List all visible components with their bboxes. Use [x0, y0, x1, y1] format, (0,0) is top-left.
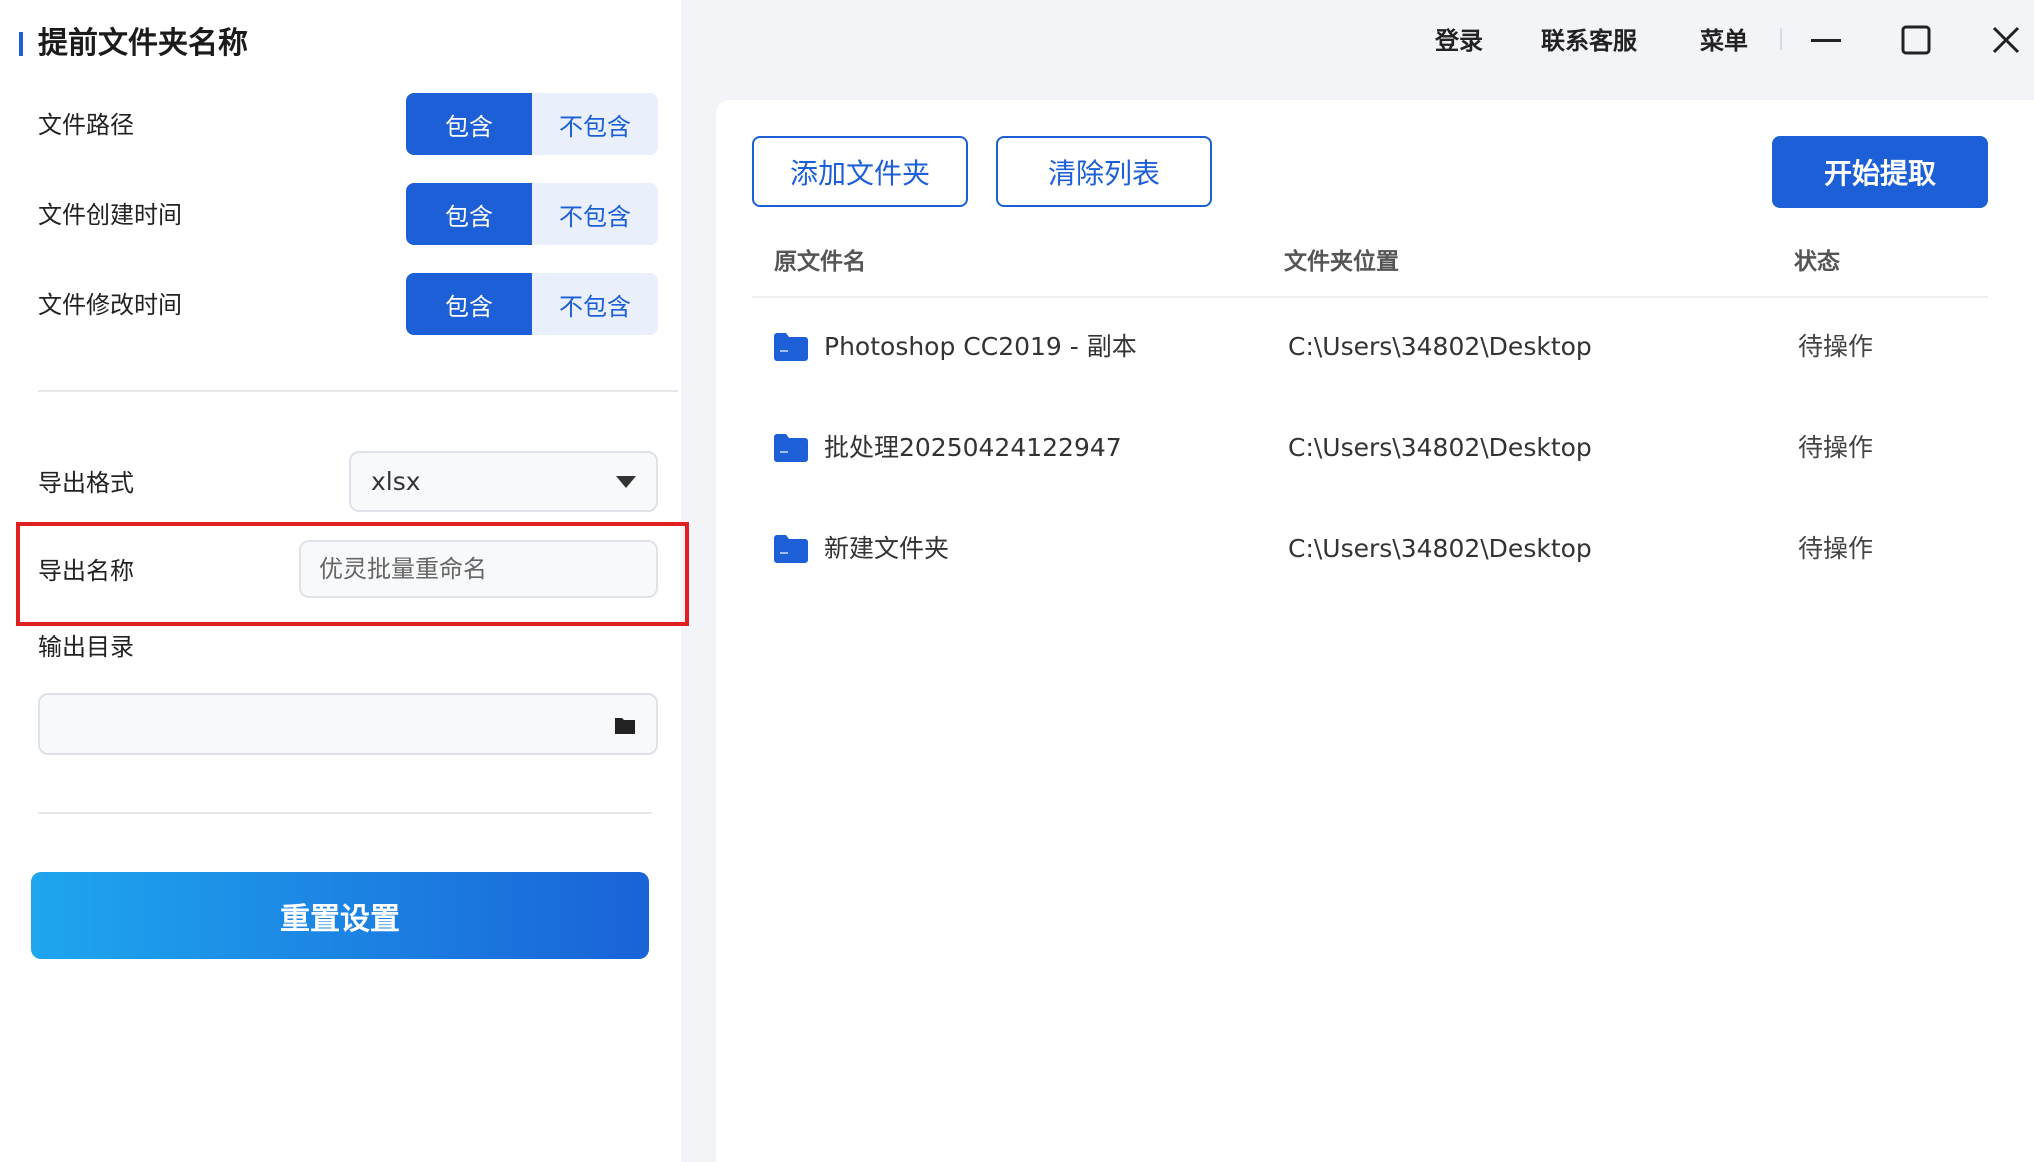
folder-location: C:\Users\34802\Desktop — [1288, 433, 1592, 462]
include-button[interactable]: 包含 — [406, 183, 532, 245]
exclude-button[interactable]: 不包含 — [532, 93, 658, 155]
title-accent-bar — [19, 32, 23, 56]
panel-title: 提前文件夹名称 — [38, 26, 248, 61]
toggle-file-path: 包含 不包含 — [406, 93, 658, 155]
include-button[interactable]: 包含 — [406, 273, 532, 335]
option-label-modified-time: 文件修改时间 — [38, 291, 182, 319]
exclude-button[interactable]: 不包含 — [532, 183, 658, 245]
window-title-bar: 登录 联系客服 菜单 — [1400, 18, 2034, 66]
add-folder-button[interactable]: 添加文件夹 — [752, 136, 968, 207]
status-text: 待操作 — [1798, 433, 1874, 462]
file-name: 新建文件夹 — [824, 534, 950, 563]
status-text: 待操作 — [1798, 534, 1874, 563]
option-label-file-path: 文件路径 — [38, 111, 134, 139]
dropdown-caret-icon — [616, 475, 636, 488]
reset-settings-button[interactable]: 重置设置 — [31, 872, 649, 959]
export-name-input[interactable] — [299, 540, 658, 598]
export-name-label: 导出名称 — [38, 557, 134, 585]
column-header-path: 文件夹位置 — [1284, 249, 1399, 275]
column-header-status: 状态 — [1794, 249, 1840, 275]
file-name: Photoshop CC2019 - 副本 — [824, 332, 1137, 361]
header-divider — [752, 296, 1988, 298]
table-row[interactable]: 批处理20250424122947 C:\Users\34802\Desktop… — [752, 433, 1988, 534]
table-row[interactable]: 新建文件夹 C:\Users\34802\Desktop 待操作 — [752, 534, 1988, 635]
folder-icon — [774, 333, 808, 361]
clear-list-button[interactable]: 清除列表 — [996, 136, 1212, 207]
folder-browse-icon[interactable] — [614, 715, 636, 735]
include-button[interactable]: 包含 — [406, 93, 532, 155]
column-header-name: 原文件名 — [774, 249, 866, 275]
separator — [1780, 28, 1782, 50]
option-label-created-time: 文件创建时间 — [38, 201, 182, 229]
folder-location: C:\Users\34802\Desktop — [1288, 332, 1592, 361]
minimize-icon[interactable] — [1804, 18, 1848, 62]
folder-icon — [774, 535, 808, 563]
table-row[interactable]: Photoshop CC2019 - 副本 C:\Users\34802\Des… — [752, 332, 1988, 433]
file-name: 批处理20250424122947 — [824, 433, 1122, 462]
output-dir-input[interactable] — [40, 695, 600, 751]
close-icon[interactable] — [1984, 18, 2028, 62]
output-dir-field — [38, 693, 658, 755]
divider — [38, 812, 652, 814]
start-extract-button[interactable]: 开始提取 — [1772, 136, 1988, 208]
toggle-modified-time: 包含 不包含 — [406, 273, 658, 335]
login-link[interactable]: 登录 — [1435, 24, 1483, 58]
export-format-select[interactable]: xlsx — [349, 451, 658, 512]
settings-panel: 提前文件夹名称 文件路径 包含 不包含 文件创建时间 包含 不包含 文件修改时间… — [0, 0, 689, 1162]
divider — [38, 390, 678, 392]
support-link[interactable]: 联系客服 — [1541, 24, 1637, 58]
maximize-icon[interactable] — [1894, 18, 1938, 62]
export-format-label: 导出格式 — [38, 469, 134, 497]
exclude-button[interactable]: 不包含 — [532, 273, 658, 335]
toggle-created-time: 包含 不包含 — [406, 183, 658, 245]
status-text: 待操作 — [1798, 332, 1874, 361]
export-format-value: xlsx — [371, 467, 421, 496]
folder-icon — [774, 434, 808, 462]
output-dir-label: 输出目录 — [38, 633, 134, 661]
file-list-panel: 添加文件夹 清除列表 开始提取 原文件名 文件夹位置 状态 Photoshop … — [716, 100, 2034, 1162]
folder-location: C:\Users\34802\Desktop — [1288, 534, 1592, 563]
menu-link[interactable]: 菜单 — [1700, 24, 1748, 58]
